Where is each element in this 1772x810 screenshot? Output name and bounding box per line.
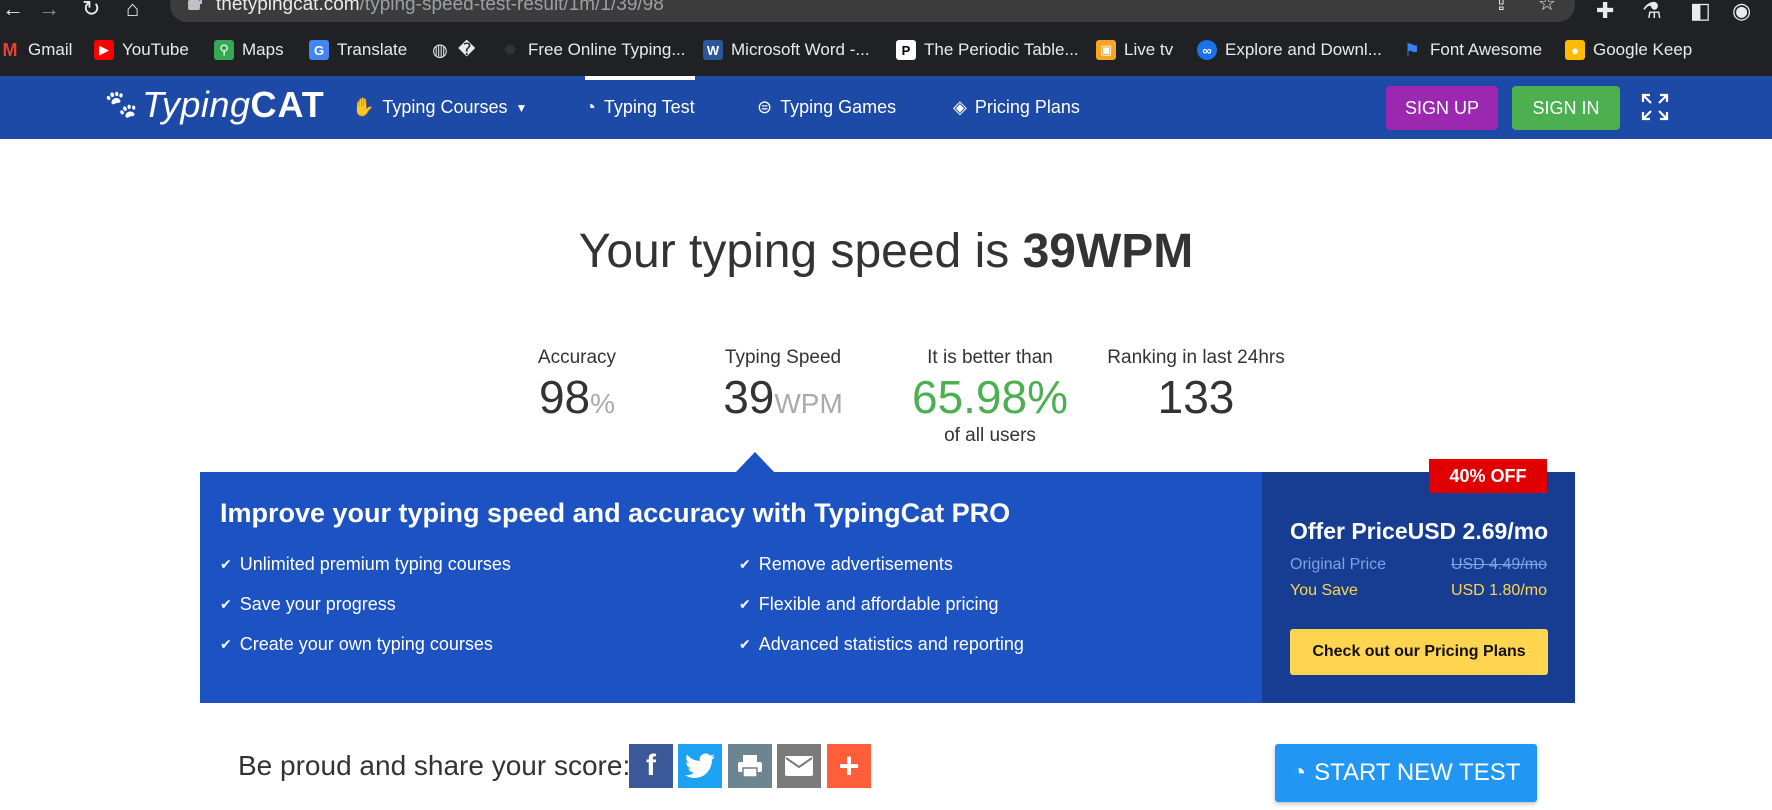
result-headline: Your typing speed is 39WPM <box>578 225 1194 278</box>
address-bar[interactable]: thetypingcat.com/typing-speed-test-resul… <box>170 0 1575 22</box>
check-icon: ✔ <box>739 636 751 652</box>
site-navbar: 🐾︎ Typing CAT ✋ Typing Courses ▼ ◔ Typing Tes… <box>0 76 1772 139</box>
feature-item: ✔ Flexible and affordable pricing <box>739 594 999 614</box>
stat-accuracy: Accuracy 98% <box>537 347 617 423</box>
tag-icon: ◈ <box>953 97 967 117</box>
speedometer-icon: ◔ <box>585 97 596 117</box>
email-share-button[interactable] <box>777 744 821 788</box>
lock-icon <box>188 0 202 10</box>
browser-chrome: ← → ↻ ⌂ thetypingcat.com/typing-speed-te… <box>0 0 1772 76</box>
hands-icon: ✋ <box>352 97 375 117</box>
gamepad-icon: ⊜ <box>757 97 773 117</box>
periodic-table-icon: P <box>896 40 916 60</box>
stat-better-than: It is better than 65.98% of all users <box>911 347 1068 446</box>
start-new-test-button[interactable]: ◔ START NEW TEST <box>1275 744 1537 802</box>
feature-item: ✔ Advanced statistics and reporting <box>739 634 1024 654</box>
typingcat-icon: ✸ <box>502 39 518 60</box>
check-icon: ✔ <box>220 636 232 652</box>
share-page-icon[interactable]: ⇪ <box>1493 0 1510 16</box>
word-icon: W <box>703 40 723 60</box>
email-icon <box>785 756 813 776</box>
bookmark-word[interactable]: W Microsoft Word -... <box>703 40 870 60</box>
nav-pricing-plans[interactable]: ◈ Pricing Plans <box>953 76 1080 139</box>
caret-down-icon: ▼ <box>515 100 528 115</box>
pricing-plans-button[interactable]: Check out our Pricing Plans <box>1290 629 1548 675</box>
reload-icon[interactable]: ↻ <box>82 0 100 20</box>
bookmark-gmail[interactable]: M Gmail <box>0 39 73 60</box>
plus-icon: + <box>838 745 860 786</box>
facebook-share-button[interactable]: f <box>629 744 673 788</box>
stat-typing-speed: Typing Speed 39WPM <box>723 347 843 423</box>
labs-icon[interactable]: ⚗ <box>1642 0 1662 24</box>
bookmark-livetv[interactable]: ▣ Live tv <box>1096 40 1173 60</box>
promo-title: Improve your typing speed and accuracy w… <box>220 498 1011 528</box>
twitter-icon <box>685 753 715 778</box>
bookmark-explore[interactable]: ∞ Explore and Downl... <box>1197 40 1382 60</box>
share-label: Be proud and share your score: <box>238 750 631 781</box>
feature-item: ✔ Create your own typing courses <box>220 634 493 654</box>
discount-badge: 40% OFF <box>1429 459 1547 493</box>
globe-icon: ◍ <box>432 39 448 60</box>
bookmark-maps[interactable]: ⚲ Maps <box>214 40 284 60</box>
stat-ranking: Ranking in last 24hrs 133 <box>1107 347 1285 423</box>
side-panel-icon[interactable]: ◧ <box>1690 0 1711 24</box>
nav-typing-games[interactable]: ⊜ Typing Games <box>757 76 896 139</box>
check-icon: ✔ <box>739 596 751 612</box>
bookmark-star-icon[interactable]: ☆ <box>1538 0 1556 16</box>
bookmarks-bar: M Gmail ▶ YouTube ⚲ Maps G Translate ◍ � ✸ Fre… <box>0 34 1772 66</box>
keep-icon: ● <box>1565 40 1585 60</box>
translate-icon: G <box>309 40 329 60</box>
check-icon: ✔ <box>220 556 232 572</box>
forward-icon[interactable]: → <box>38 0 60 20</box>
extensions-icon[interactable]: ✚ <box>1596 0 1614 24</box>
bookmark-translate[interactable]: G Translate <box>309 40 407 60</box>
bookmark-keep[interactable]: ● Google Keep <box>1565 40 1692 60</box>
youtube-icon: ▶ <box>94 40 114 60</box>
more-share-button[interactable]: + <box>827 744 871 788</box>
fullscreen-icon[interactable] <box>1640 92 1670 122</box>
address-row: ← → ↻ ⌂ thetypingcat.com/typing-speed-te… <box>0 0 1772 28</box>
check-icon: ✔ <box>220 596 232 612</box>
back-icon[interactable]: ← <box>2 0 24 20</box>
facebook-icon: f <box>646 749 656 782</box>
bookmark-periodic[interactable]: P The Periodic Table... <box>896 40 1079 60</box>
paw-icon: 🐾︎ <box>102 88 141 122</box>
gmail-icon: M <box>2 39 18 60</box>
flag-icon: ⚑ <box>1403 39 1421 60</box>
nav-typing-test[interactable]: ◔ Typing Test <box>585 76 695 139</box>
nav-typing-courses[interactable]: ✋ Typing Courses ▼ <box>352 76 527 139</box>
maps-icon: ⚲ <box>214 40 234 60</box>
original-price-row: Original Price USD 4.49/mo <box>1290 556 1547 573</box>
box-icon: ▣ <box>1096 40 1116 60</box>
bookmark-unknown[interactable]: ◍ � <box>430 40 475 60</box>
feature-item: ✔ Remove advertisements <box>739 554 953 574</box>
pro-promo-panel: Improve your typing speed and accuracy w… <box>200 472 1262 703</box>
bookmark-youtube[interactable]: ▶ YouTube <box>94 40 189 60</box>
home-icon[interactable]: ⌂ <box>126 0 139 20</box>
promo-pointer <box>735 452 775 473</box>
offer-panel: Offer PriceUSD 2.69/mo Original Price USD… <box>1262 472 1575 703</box>
you-save-row: You Save USD 1.80/mo <box>1290 582 1547 599</box>
feature-item: ✔ Save your progress <box>220 594 396 614</box>
sign-in-button[interactable]: SIGN IN <box>1512 86 1620 130</box>
check-icon: ✔ <box>739 556 751 572</box>
print-icon <box>738 755 762 778</box>
url-text[interactable]: thetypingcat.com/typing-speed-test-resul… <box>216 0 664 16</box>
speedometer-icon: ◔ <box>1291 759 1307 786</box>
bookmark-typing[interactable]: ✸ Free Online Typing... <box>500 39 685 60</box>
bookmark-fontawesome[interactable]: ⚑ Font Awesome <box>1402 40 1542 60</box>
sign-up-button[interactable]: SIGN UP <box>1386 86 1498 130</box>
offer-price: Offer PriceUSD 2.69/mo <box>1290 518 1549 544</box>
twitter-share-button[interactable] <box>678 744 722 788</box>
print-button[interactable] <box>728 744 772 788</box>
feature-item: ✔ Unlimited premium typing courses <box>220 554 511 574</box>
infinity-icon: ∞ <box>1197 40 1217 60</box>
profile-avatar[interactable]: ◉ <box>1732 0 1751 24</box>
typingcat-logo[interactable]: 🐾︎ Typing CAT <box>102 84 325 126</box>
